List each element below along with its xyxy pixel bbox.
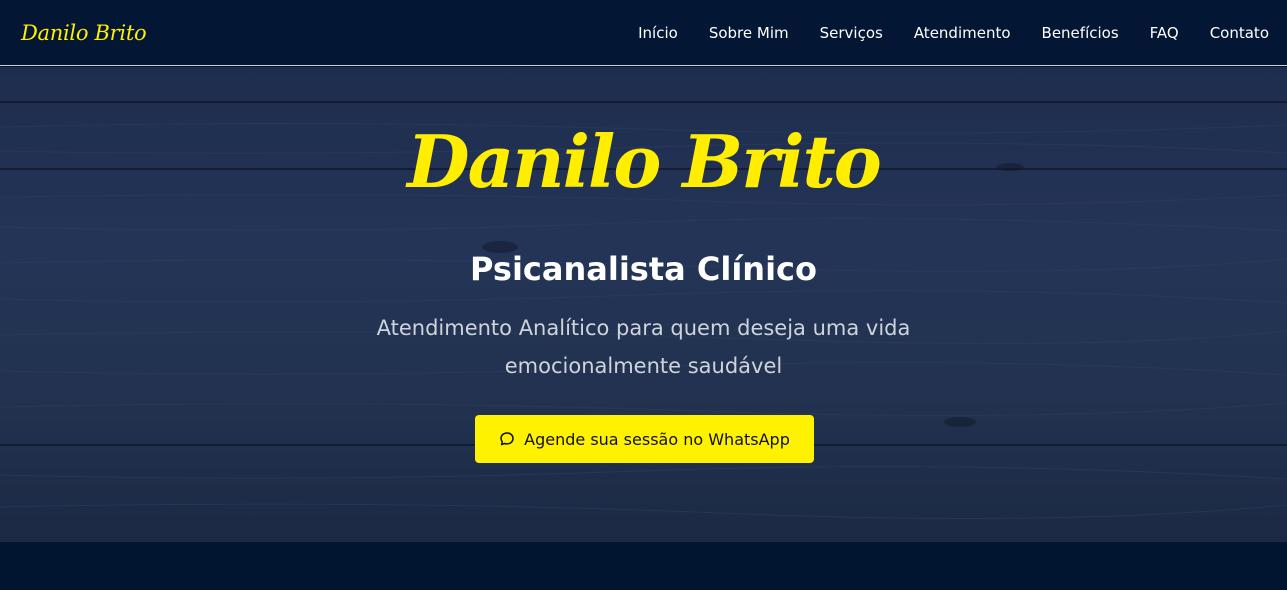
nav-item-inicio[interactable]: Início xyxy=(638,24,678,42)
nav-item-contato[interactable]: Contato xyxy=(1210,24,1269,42)
nav-item-servicos[interactable]: Serviços xyxy=(820,24,883,42)
nav-links: Início Sobre Mim Serviços Atendimento Be… xyxy=(607,24,1269,42)
nav-item-faq[interactable]: FAQ xyxy=(1150,24,1179,42)
chat-bubble-icon xyxy=(499,431,515,447)
cta-label: Agende sua sessão no WhatsApp xyxy=(524,429,790,449)
hero-section: Danilo Brito Psicanalista Clínico Atendi… xyxy=(0,67,1287,542)
navbar: Danilo Brito Início Sobre Mim Serviços A… xyxy=(0,0,1287,66)
nav-item-sobre-mim[interactable]: Sobre Mim xyxy=(709,24,789,42)
hero-tagline: Atendimento Analítico para quem deseja u… xyxy=(376,316,911,378)
hero-role: Psicanalista Clínico xyxy=(470,250,817,288)
nav-item-atendimento[interactable]: Atendimento xyxy=(914,24,1011,42)
nav-item-beneficios[interactable]: Benefícios xyxy=(1042,24,1119,42)
hero-content: Danilo Brito Psicanalista Clínico Atendi… xyxy=(0,67,1287,542)
whatsapp-cta-button[interactable]: Agende sua sessão no WhatsApp xyxy=(475,415,814,463)
next-section xyxy=(0,542,1287,590)
logo[interactable]: Danilo Brito xyxy=(21,21,147,45)
hero-name: Danilo Brito xyxy=(407,119,882,204)
